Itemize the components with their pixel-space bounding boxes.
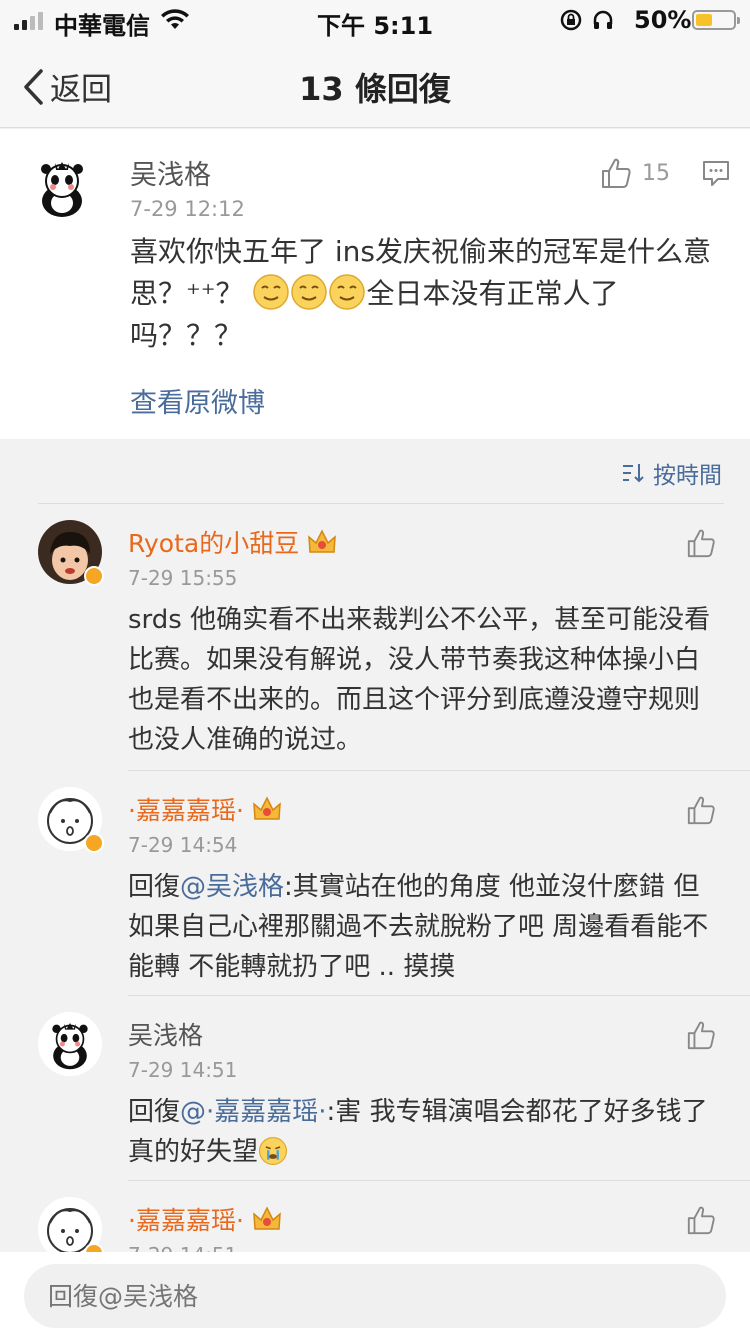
smirk-emoji-icon xyxy=(253,274,290,310)
reply-input[interactable] xyxy=(24,1264,726,1328)
view-original-link[interactable]: 查看原微博 xyxy=(130,381,265,420)
reply-time: 7-29 15:55 xyxy=(128,566,238,590)
comment-time: 7-29 12:12 xyxy=(130,197,245,221)
reply-text: srds 他确实看不出来裁判公不公平，甚至可能没看比赛。如果没有解说，没人带节奏… xyxy=(128,605,711,755)
sort-label: 按時間 xyxy=(653,463,722,489)
thumbs-up-icon[interactable] xyxy=(686,1205,716,1235)
verified-badge-icon xyxy=(84,566,104,586)
reply-item: ·嘉嘉嘉瑶· 7-29 14:54 回復@吴浅格:其實站在他的角度 他並沒什麼錯… xyxy=(0,771,750,995)
crying-emoji-icon xyxy=(259,1136,288,1166)
vip-crown-icon xyxy=(308,529,337,553)
smirk-emoji-icon xyxy=(291,274,328,310)
navigation-bar: 返回 13 條回復 xyxy=(0,40,750,128)
reply-input-bar xyxy=(0,1252,750,1334)
main-comment: 吴浅格 7-29 12:12 15 喜欢你快五年了 ins发庆祝偷来的冠军是什么… xyxy=(0,129,750,439)
reply-prefix: 回復 xyxy=(128,872,181,902)
author-row: ·嘉嘉嘉瑶· xyxy=(128,791,282,827)
avatar[interactable] xyxy=(24,149,100,225)
sort-icon xyxy=(623,464,644,483)
thumbs-up-icon xyxy=(602,158,631,188)
thumbs-up-icon[interactable] xyxy=(686,1020,716,1050)
mention-link[interactable]: @吴浅格 xyxy=(180,872,284,902)
reply-time: 7-29 14:51 xyxy=(128,1243,237,1252)
verified-badge-icon xyxy=(84,833,104,853)
reply-author[interactable]: ·嘉嘉嘉瑶· xyxy=(128,791,244,827)
sort-by-time-button[interactable]: 按時間 xyxy=(621,456,722,490)
headphone-icon xyxy=(593,10,613,29)
reply-time: 7-29 14:51 xyxy=(128,1058,238,1082)
like-count: 15 xyxy=(642,160,670,186)
vip-crown-icon xyxy=(253,1206,281,1230)
thumbs-up-icon[interactable] xyxy=(686,795,716,825)
smirk-emoji-icon xyxy=(329,274,366,310)
mention-link[interactable]: @·嘉嘉嘉瑶· xyxy=(180,1097,327,1127)
verified-badge-icon xyxy=(84,1243,104,1252)
like-button[interactable]: 15 xyxy=(600,157,670,189)
reply-text: 回復@·嘉嘉嘉瑶·:害 我专辑演唱会都花了好多钱了 真的好失望 xyxy=(128,1092,718,1172)
author-row: 吴浅格 xyxy=(128,1016,203,1052)
comment-author[interactable]: 吴浅格 xyxy=(130,153,211,192)
panda-avatar-icon xyxy=(24,149,100,225)
reply-author[interactable]: ·嘉嘉嘉瑶· xyxy=(128,1201,244,1237)
comment-icon[interactable] xyxy=(702,159,730,187)
reply-item: 吴浅格 7-29 14:51 回復@·嘉嘉嘉瑶·:害 我专辑演唱会都花了好多钱了… xyxy=(0,996,750,1180)
reply-prefix: 回復 xyxy=(128,1097,181,1127)
panda-avatar-icon xyxy=(38,1012,102,1076)
reply-author[interactable]: Ryota的小甜豆 xyxy=(128,524,299,560)
reply-text: 回復@吴浅格:其實站在他的角度 他並沒什麼錯 但如果自己心裡那關過不去就脫粉了吧… xyxy=(128,867,718,987)
thumbs-up-icon[interactable] xyxy=(686,528,716,558)
author-row: ·嘉嘉嘉瑶· xyxy=(128,1201,282,1237)
sort-row: 按時間 xyxy=(0,440,750,504)
comment-text: 喜欢你快五年了 ins发庆祝偷来的冠军是什么意思？⁺⁺？ 全日本没有正常人了吗？… xyxy=(130,231,730,357)
page-title: 13 條回復 xyxy=(299,70,451,108)
reply-time: 7-29 14:54 xyxy=(128,833,238,857)
author-row: Ryota的小甜豆 xyxy=(128,524,337,560)
vip-crown-icon xyxy=(253,796,281,820)
reply-author[interactable]: 吴浅格 xyxy=(128,1016,203,1052)
reply-item: Ryota的小甜豆 7-29 15:55 srds 他确实看不出来裁判公不公平，… xyxy=(0,504,750,770)
battery-icon xyxy=(692,10,740,30)
status-bar: 中華電信 下午 5:11 50% xyxy=(0,0,750,40)
reply-item: ·嘉嘉嘉瑶· 7-29 14:51 xyxy=(0,1181,750,1252)
avatar[interactable] xyxy=(38,1012,102,1076)
rotation-lock-icon xyxy=(560,9,582,31)
battery-percent: 50% xyxy=(634,6,692,34)
